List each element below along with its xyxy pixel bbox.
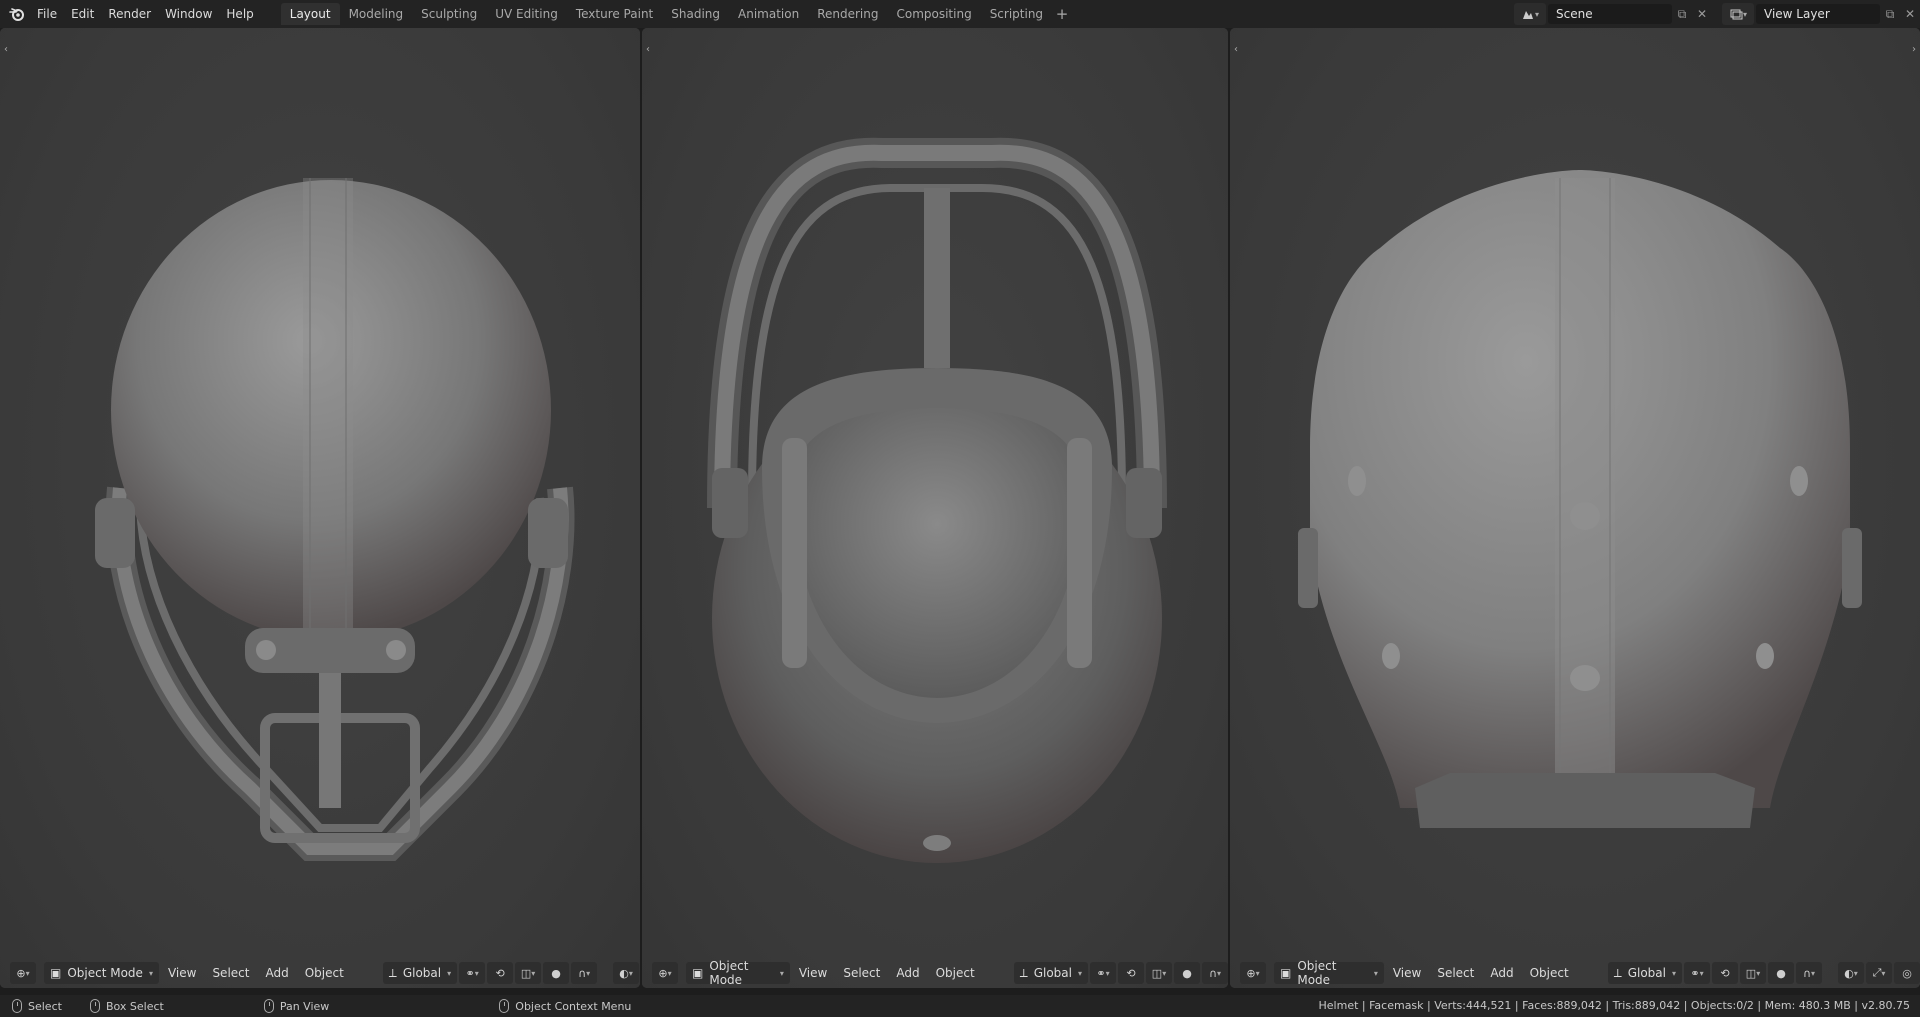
viewport-header: ⊕ ▾ ▣ Object Mode ▾ View Select Add Obje… [1230, 958, 1920, 988]
editor-type-icon[interactable]: ⊕ ▾ [1240, 962, 1266, 984]
falloff-icon[interactable]: ∩ ▾ [1202, 962, 1228, 984]
status-box-select: Box Select [89, 999, 164, 1013]
mouse-left-icon [12, 999, 22, 1013]
menu-select[interactable]: Select [1430, 962, 1481, 984]
menu-view[interactable]: View [161, 962, 203, 984]
mouse-middle-icon [263, 999, 274, 1013]
top-bar: File Edit Render Window Help Layout Mode… [0, 0, 1920, 28]
menu-add[interactable]: Add [1483, 962, 1520, 984]
object-mode-icon: ▣ [1280, 966, 1292, 980]
visibility-icon[interactable]: ◐ ▾ [1838, 962, 1864, 984]
new-view-layer-icon[interactable]: ⧉ [1880, 4, 1900, 24]
tab-compositing[interactable]: Compositing [887, 3, 980, 25]
helmet-bottom-view-model [95, 178, 575, 861]
orientation-icon: ⟂ [1613, 965, 1622, 980]
menu-object[interactable]: Object [929, 962, 982, 984]
gizmo-icon[interactable]: ⤢ ▾ [1866, 962, 1892, 984]
menu-file[interactable]: File [30, 3, 64, 25]
view-layer-name-field[interactable]: View Layer [1756, 4, 1880, 24]
menu-help[interactable]: Help [219, 3, 260, 25]
viewport-header: ⊕ ▾ ▣ Object Mode ▾ View Select Add Obje… [0, 958, 640, 988]
transform-orientation-dropdown[interactable]: ⟂ Global ▾ [382, 962, 458, 984]
new-scene-icon[interactable]: ⧉ [1672, 4, 1692, 24]
pivot-icon[interactable]: ⚭ ▾ [1090, 962, 1116, 984]
workspace-tabs: Layout Modeling Sculpting UV Editing Tex… [280, 0, 1072, 28]
editor-type-icon[interactable]: ⊕ ▾ [10, 962, 36, 984]
snap-target-icon[interactable]: ◫ ▾ [1146, 962, 1172, 984]
menu-window[interactable]: Window [158, 3, 219, 25]
object-mode-dropdown[interactable]: ▣ Object Mode ▾ [1274, 959, 1384, 987]
helmet-back-view-model [1298, 170, 1862, 828]
tab-rendering[interactable]: Rendering [808, 3, 887, 25]
tab-texture-paint[interactable]: Texture Paint [567, 3, 662, 25]
snap-icon[interactable]: ⟲ [1118, 962, 1144, 984]
orientation-icon: ⟂ [1019, 965, 1028, 980]
menu-select[interactable]: Select [205, 962, 256, 984]
scene-selector-area: ▾ Scene ⧉ ✕ ▾ View Layer ⧉ ✕ [1514, 0, 1920, 28]
transform-orientation-dropdown[interactable]: ⟂ Global ▾ [1013, 962, 1088, 984]
proportional-edit-icon[interactable]: ● [543, 962, 570, 984]
mouse-drag-icon [89, 999, 100, 1013]
helmet-front-view-model [707, 137, 1167, 863]
menu-select[interactable]: Select [836, 962, 887, 984]
falloff-icon[interactable]: ∩ ▾ [571, 962, 598, 984]
object-mode-icon: ▣ [692, 966, 704, 980]
viewport-middle[interactable]: ‹ ⊕ ▾ ▣ Object Mode ▾ View Select Add Ob… [642, 28, 1228, 988]
visibility-icon[interactable]: ◐ ▾ [613, 962, 640, 984]
menu-object[interactable]: Object [1523, 962, 1576, 984]
status-bar: Select Box Select Pan View Object Contex… [0, 995, 1920, 1017]
tab-shading[interactable]: Shading [662, 3, 729, 25]
proportional-edit-icon[interactable]: ● [1768, 962, 1794, 984]
proportional-edit-icon[interactable]: ● [1174, 962, 1200, 984]
menu-edit[interactable]: Edit [64, 3, 101, 25]
tab-sculpting[interactable]: Sculpting [412, 3, 486, 25]
scene-name-field[interactable]: Scene [1548, 4, 1672, 24]
menu-object[interactable]: Object [298, 962, 351, 984]
object-mode-icon: ▣ [50, 966, 62, 980]
snap-target-icon[interactable]: ◫ ▾ [515, 962, 542, 984]
mouse-right-icon [499, 999, 510, 1013]
add-workspace-button[interactable]: + [1052, 3, 1072, 25]
snap-icon[interactable]: ⟲ [487, 962, 514, 984]
pivot-icon[interactable]: ⚭ ▾ [459, 962, 486, 984]
menu-render[interactable]: Render [101, 3, 158, 25]
scene-statistics: Helmet | Facemask | Verts:444,521 | Face… [1318, 999, 1910, 1012]
tab-animation[interactable]: Animation [729, 3, 808, 25]
tab-scripting[interactable]: Scripting [981, 3, 1052, 25]
scene-browse-button[interactable]: ▾ [1514, 3, 1546, 25]
status-select: Select [12, 999, 62, 1013]
delete-view-layer-icon[interactable]: ✕ [1900, 4, 1920, 24]
menu-add[interactable]: Add [889, 962, 926, 984]
object-mode-dropdown[interactable]: ▣ Object Mode ▾ [44, 962, 159, 984]
viewport-left[interactable]: ‹ ⊕ ▾ ▣ Object Mode ▾ View Select Add Ob… [0, 28, 640, 988]
menu-view[interactable]: View [792, 962, 834, 984]
overlays-icon[interactable]: ◎ [1894, 962, 1920, 984]
menu-view[interactable]: View [1386, 962, 1428, 984]
viewport-right[interactable]: ‹ › ⊕ ▾ ▣ Object Mode ▾ View Select Add … [1230, 28, 1920, 988]
tab-uv-editing[interactable]: UV Editing [486, 3, 567, 25]
menu-add[interactable]: Add [258, 962, 295, 984]
status-pan-view: Pan View [263, 999, 329, 1013]
snap-icon[interactable]: ⟲ [1712, 962, 1738, 984]
scene-icon [1522, 11, 1533, 19]
view-layer-icon [1730, 9, 1743, 20]
object-mode-dropdown[interactable]: ▣ Object Mode ▾ [686, 959, 790, 987]
editor-type-icon[interactable]: ⊕ ▾ [652, 962, 678, 984]
pivot-icon[interactable]: ⚭ ▾ [1684, 962, 1710, 984]
view-layer-browse-button[interactable]: ▾ [1722, 3, 1754, 25]
tab-modeling[interactable]: Modeling [340, 3, 413, 25]
status-context-menu: Object Context Menu [499, 999, 631, 1013]
blender-logo-icon[interactable] [4, 0, 30, 28]
falloff-icon[interactable]: ∩ ▾ [1796, 962, 1822, 984]
tab-layout[interactable]: Layout [280, 3, 340, 25]
snap-target-icon[interactable]: ◫ ▾ [1740, 962, 1766, 984]
orientation-icon: ⟂ [388, 965, 397, 980]
delete-scene-icon[interactable]: ✕ [1692, 4, 1712, 24]
viewport-header: ⊕ ▾ ▣ Object Mode ▾ View Select Add Obje… [642, 958, 1228, 988]
transform-orientation-dropdown[interactable]: ⟂ Global ▾ [1607, 962, 1682, 984]
